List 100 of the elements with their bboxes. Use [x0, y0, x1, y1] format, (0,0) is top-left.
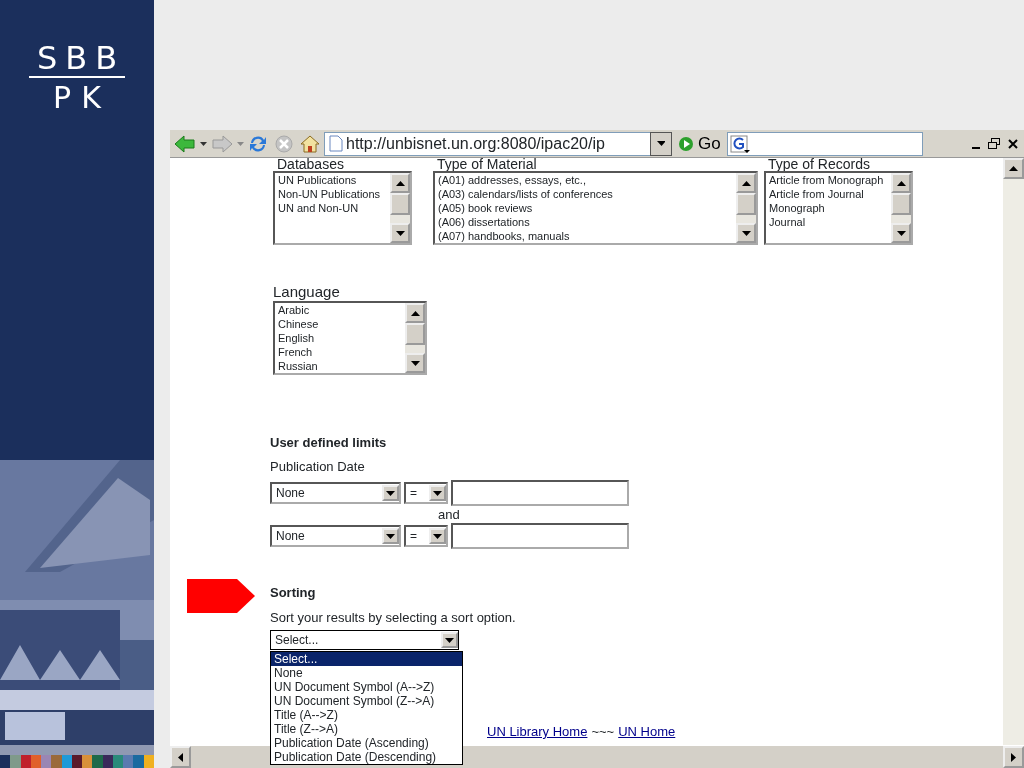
list-option[interactable]: French [278, 345, 402, 359]
scroll-up-button[interactable] [1003, 158, 1024, 179]
link[interactable]: UN Library Home [487, 722, 588, 742]
down-arrow-icon [445, 637, 454, 643]
list-option[interactable]: Article from Journal [769, 187, 888, 201]
search-engine-icon[interactable] [729, 134, 750, 153]
scroll-up-button[interactable] [891, 173, 911, 193]
down-arrow-icon [433, 490, 442, 496]
list-option[interactable]: (A01) addresses, essays, etc., [438, 173, 733, 187]
close-button[interactable] [1006, 138, 1020, 149]
scroll-down-button[interactable] [390, 223, 410, 243]
list-option[interactable]: (A05) book reviews [438, 201, 733, 215]
list-heading: Type of Material [436, 158, 538, 171]
menu-item[interactable]: Publication Date (Ascending) [271, 736, 462, 750]
list-option[interactable]: (A07) handbooks, manuals [438, 229, 733, 243]
page-icon [329, 135, 343, 152]
forward-arrow-icon [211, 134, 233, 153]
menu-item[interactable]: None [271, 666, 462, 680]
scroll-thumb[interactable] [405, 323, 425, 345]
down-arrow-icon [386, 490, 395, 496]
scroll-down-button[interactable] [405, 353, 425, 373]
list-option[interactable]: Chinese [278, 317, 402, 331]
separator-text: ~~~ [591, 723, 615, 741]
list-option[interactable]: Non-UN Publications [278, 187, 387, 201]
list-box[interactable]: UN Publications Non-UN Publications UN and Non-UN [273, 171, 412, 245]
stop-icon [274, 133, 294, 154]
down-arrow-icon [410, 360, 420, 366]
up-arrow-icon [741, 180, 751, 186]
list-box[interactable]: (A01) addresses, essays, etc., (A03) calendars/lists of conferences (A05) book reviews (A06) dissertations (A07) handbooks, manuals [433, 171, 758, 245]
caret-icon[interactable] [200, 141, 207, 146]
list-box[interactable]: Arabic Chinese English French Russian [273, 301, 427, 375]
select-field[interactable]: None [270, 482, 401, 504]
list-option[interactable]: English [278, 331, 402, 345]
list-option[interactable]: UN and Non-UN [278, 201, 387, 215]
text-field[interactable] [451, 523, 629, 549]
up-arrow-icon [896, 180, 906, 186]
scroll-up-button[interactable] [390, 173, 410, 193]
list-option[interactable]: Arabic [278, 303, 402, 317]
menu-item[interactable]: Select... [271, 652, 462, 666]
home-icon [300, 133, 320, 154]
scroll-thumb[interactable] [891, 193, 911, 215]
connector-text: and [438, 506, 461, 523]
list-box[interactable]: Article from Monograph Article from Journal Monograph Journal [764, 171, 913, 245]
list-heading: Databases [276, 158, 345, 171]
menu-item[interactable]: Publication Date (Descending) [271, 750, 462, 764]
menu-item[interactable]: Title (A-->Z) [271, 708, 462, 722]
text-field[interactable] [451, 480, 629, 506]
down-arrow-icon [386, 533, 395, 539]
caret-icon [657, 141, 665, 146]
down-arrow-icon [433, 533, 442, 539]
go-button[interactable]: Go [674, 130, 725, 157]
section-heading: User defined limits [270, 434, 388, 452]
scroll-down-button[interactable] [736, 223, 756, 243]
list-heading: Type of Records [767, 158, 871, 171]
link[interactable]: UN Home [618, 722, 676, 742]
scroll-up-button[interactable] [736, 173, 756, 193]
down-arrow-icon [395, 230, 405, 236]
select-field[interactable]: = [404, 482, 448, 504]
section-heading: Sorting [270, 584, 317, 602]
list-option[interactable]: (A06) dissertations [438, 215, 733, 229]
dropdown-button[interactable] [650, 131, 672, 156]
up-arrow-icon [410, 310, 420, 316]
close-icon [1008, 138, 1018, 149]
instruction-text: Sort your results by selecting a sort option. [270, 608, 517, 627]
play-icon [678, 135, 694, 152]
scroll-left-button[interactable] [170, 746, 191, 768]
list-option[interactable]: Monograph [769, 201, 888, 215]
up-arrow-icon [1009, 166, 1018, 171]
scroll-up-button[interactable] [405, 303, 425, 323]
home-button[interactable] [298, 133, 322, 154]
scroll-thumb[interactable] [736, 193, 756, 215]
pointer-arrow [187, 579, 255, 613]
select-field[interactable]: Select... [270, 630, 459, 650]
restore-icon [988, 138, 1000, 149]
minimize-icon [972, 146, 980, 149]
right-arrow-icon [1011, 752, 1016, 762]
field-label: Publication Date [270, 457, 366, 476]
list-option[interactable]: Russian [278, 359, 402, 373]
left-arrow-icon [178, 752, 183, 762]
field-label: Language [273, 283, 341, 301]
scroll-thumb[interactable] [390, 193, 410, 215]
up-arrow-icon [395, 180, 405, 186]
logo-text: PK [52, 79, 111, 117]
down-arrow-icon [896, 230, 906, 236]
list-option[interactable]: Journal [769, 215, 888, 229]
menu-item[interactable]: UN Document Symbol (Z-->A) [271, 694, 462, 708]
select-field[interactable]: = [404, 525, 448, 547]
scroll-down-button[interactable] [891, 223, 911, 243]
back-arrow-icon [174, 134, 196, 153]
menu-item[interactable]: UN Document Symbol (A-->Z) [271, 680, 462, 694]
logo-text: SBB [28, 40, 126, 78]
select-field[interactable]: None [270, 525, 401, 547]
scroll-right-button[interactable] [1003, 746, 1024, 768]
list-option[interactable]: UN Publications [278, 173, 387, 187]
restore-button[interactable] [986, 138, 1002, 149]
menu-item[interactable]: Title (Z-->A) [271, 722, 462, 736]
list-option[interactable]: (A03) calendars/lists of conferences [438, 187, 733, 201]
down-arrow-icon [741, 230, 751, 236]
list-option[interactable]: Article from Monograph [769, 173, 888, 187]
search-field[interactable] [726, 131, 923, 156]
